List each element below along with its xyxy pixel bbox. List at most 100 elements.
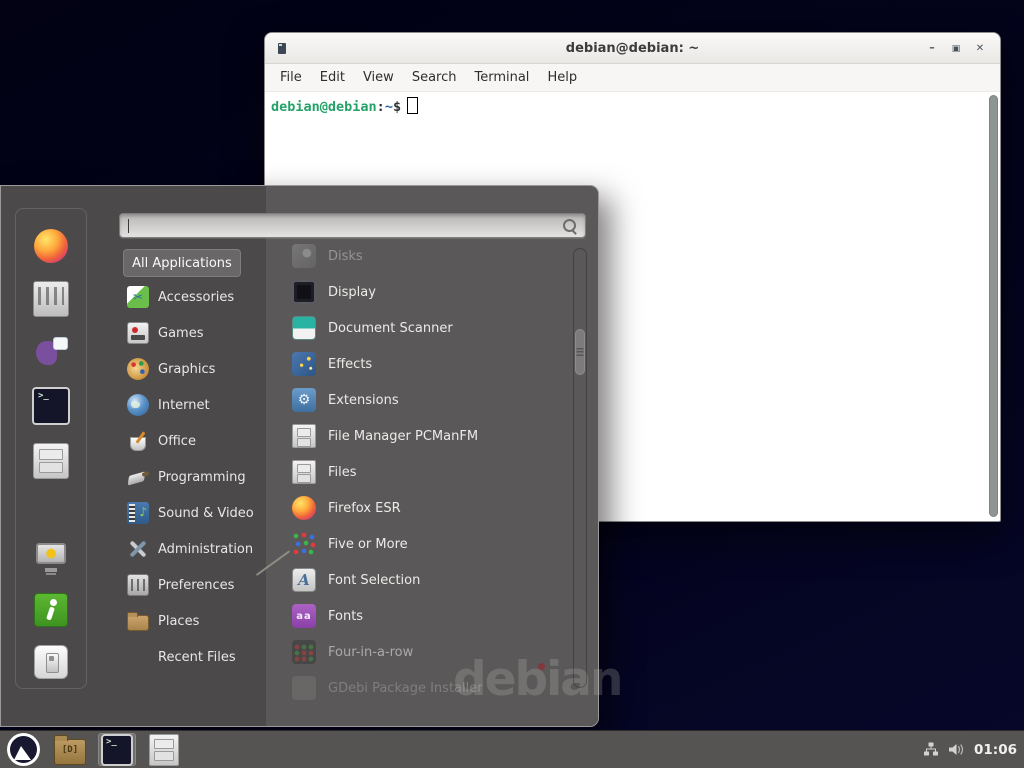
maximize-button-icon[interactable]: [944, 33, 968, 64]
favorite-control-center-button[interactable]: [33, 281, 69, 317]
desktop-folder-icon: [54, 739, 86, 765]
all-applications-button[interactable]: All Applications: [123, 249, 241, 277]
menu-icon: [7, 733, 40, 766]
taskbar: 01:06: [0, 730, 1024, 768]
minimize-button-icon[interactable]: [920, 33, 944, 63]
volume-icon[interactable]: [948, 742, 965, 757]
terminal-menu-terminal[interactable]: Terminal: [465, 70, 538, 85]
app-item-font-selection[interactable]: Font Selection: [288, 562, 570, 598]
office-icon: [127, 430, 149, 452]
file-manager-icon: [149, 734, 179, 766]
app-item-extensions[interactable]: Extensions: [288, 382, 570, 418]
app-item-effects[interactable]: Effects: [288, 346, 570, 382]
category-accessories[interactable]: Accessories: [123, 279, 275, 315]
app-item-files[interactable]: Files: [288, 454, 570, 490]
taskbar-tray: 01:06: [923, 731, 1017, 768]
app-item-label: Disks: [328, 249, 363, 264]
category-graphics[interactable]: Graphics: [123, 351, 275, 387]
taskbar-desktop-folder-button[interactable]: [51, 733, 89, 766]
extensions-icon: [292, 388, 316, 412]
app-item-label: Firefox ESR: [328, 501, 401, 516]
app-item-document-scanner[interactable]: Document Scanner: [288, 310, 570, 346]
search-input[interactable]: [119, 213, 586, 238]
app-item-label: Effects: [328, 357, 372, 372]
category-administration[interactable]: Administration: [123, 531, 275, 567]
terminal-menu-search[interactable]: Search: [403, 70, 466, 85]
taskbar-menu-button[interactable]: [4, 733, 42, 766]
games-icon: [127, 322, 149, 344]
administration-icon: [127, 538, 149, 560]
favorite-logout-button[interactable]: [34, 593, 68, 627]
category-places[interactable]: Places: [123, 603, 275, 639]
app-item-label: Files: [328, 465, 357, 480]
prompt-dollar: $: [393, 99, 401, 115]
category-internet[interactable]: Internet: [123, 387, 275, 423]
terminal-menu-view[interactable]: View: [354, 70, 403, 85]
category-games[interactable]: Games: [123, 315, 275, 351]
menu-scrollbar-thumb[interactable]: [575, 329, 585, 375]
app-item-fonts[interactable]: Fonts: [288, 598, 570, 634]
terminal-prompt: debian@debian:~$: [271, 97, 418, 115]
app-item-disks[interactable]: Disks: [288, 238, 570, 274]
clock[interactable]: 01:06: [974, 742, 1017, 758]
app-item-firefox-esr[interactable]: Firefox ESR: [288, 490, 570, 526]
display-icon: [292, 280, 316, 304]
favorite-file-manager-button[interactable]: [33, 443, 69, 479]
app-item-label: GDebi Package Installer: [328, 681, 483, 696]
taskbar-file-manager-button[interactable]: [145, 733, 183, 766]
app-item-file-manager-pcmanfm[interactable]: File Manager PCManFM: [288, 418, 570, 454]
terminal-menubar: FileEditViewSearchTerminalHelp: [265, 64, 1000, 92]
favorite-lock-screen-button[interactable]: [34, 541, 68, 575]
preferences-icon: [127, 574, 149, 596]
app-item-label: Font Selection: [328, 573, 420, 588]
firefox-icon: [292, 496, 316, 520]
app-item-five-or-more[interactable]: Five or More: [288, 526, 570, 562]
terminal-scrollbar-thumb[interactable]: [989, 95, 998, 517]
taskbar-terminal-button[interactable]: [98, 733, 136, 766]
app-item-gdebi-package-installer[interactable]: GDebi Package Installer: [288, 670, 570, 706]
app-item-four-in-a-row[interactable]: Four-in-a-row: [288, 634, 570, 670]
category-label: Games: [158, 326, 203, 341]
app-item-label: Five or More: [328, 537, 408, 552]
file-manager-icon: [292, 424, 316, 448]
fonts-icon: [292, 604, 316, 628]
applications-menu: debian All Applications AccessoriesGames…: [0, 185, 599, 727]
terminal-menu-file[interactable]: File: [271, 70, 311, 85]
terminal-titlebar[interactable]: debian@debian: ~: [265, 33, 1000, 64]
category-office[interactable]: Office: [123, 423, 275, 459]
effects-icon: [292, 352, 316, 376]
text-caret: [128, 219, 129, 233]
category-recent-files[interactable]: Recent Files: [123, 639, 275, 675]
terminal-scrollbar[interactable]: [989, 95, 998, 517]
favorite-firefox-button[interactable]: [34, 229, 68, 263]
five-or-more-icon: [292, 532, 316, 556]
prompt-user-host: debian@debian: [271, 99, 377, 115]
sound-video-icon: [127, 502, 149, 524]
terminal-menu-help[interactable]: Help: [538, 70, 586, 85]
accessories-icon: [127, 286, 149, 308]
favorite-terminal-button[interactable]: [32, 387, 70, 425]
category-label: Graphics: [158, 362, 215, 377]
category-label: Accessories: [158, 290, 234, 305]
application-list: Disks DisplayDocument Scanner Effects Exten…: [288, 238, 570, 706]
category-preferences[interactable]: Preferences: [123, 567, 275, 603]
category-sound-video[interactable]: Sound & Video: [123, 495, 275, 531]
app-item-display[interactable]: Display: [288, 274, 570, 310]
category-programming[interactable]: Programming: [123, 459, 275, 495]
prompt-path: ~: [385, 99, 393, 115]
category-label: Internet: [158, 398, 210, 413]
magnifier-icon: [563, 219, 576, 232]
terminal-menu-edit[interactable]: Edit: [311, 70, 354, 85]
favorites-sidebar: [15, 208, 87, 689]
programming-icon: [127, 466, 149, 488]
menu-scrollbar[interactable]: [573, 248, 587, 688]
favorite-pidgin-button[interactable]: [34, 335, 68, 369]
app-item-label: Four-in-a-row: [328, 645, 413, 660]
favorite-shutdown-button[interactable]: [34, 645, 68, 679]
close-button-icon[interactable]: [968, 33, 992, 64]
terminal-title: debian@debian: ~: [265, 41, 1000, 56]
all-applications-label: All Applications: [132, 256, 232, 271]
category-label: Office: [158, 434, 196, 449]
app-item-label: Fonts: [328, 609, 363, 624]
network-icon[interactable]: [923, 742, 939, 757]
